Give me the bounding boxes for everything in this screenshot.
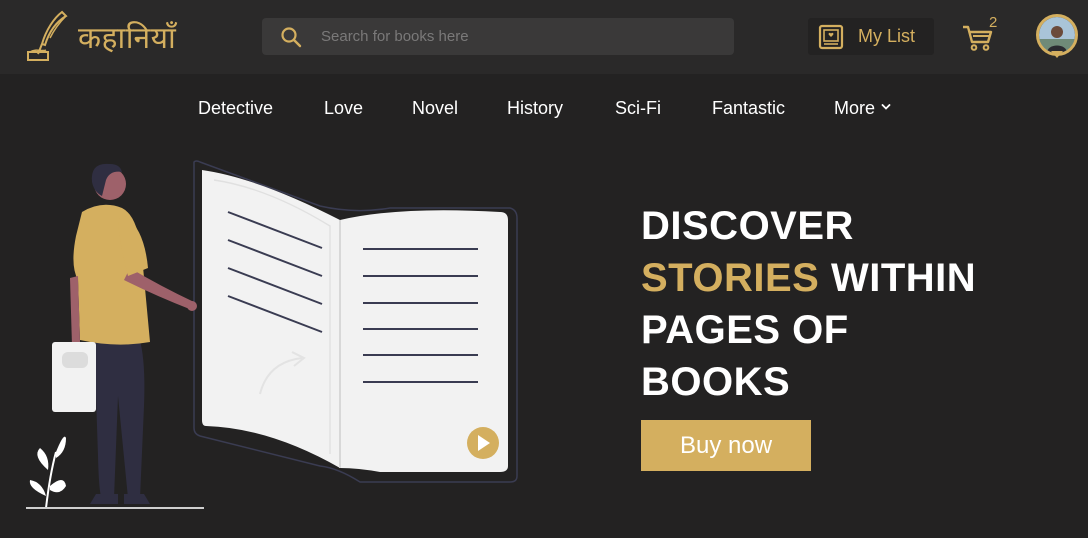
category-scifi[interactable]: Sci-Fi [615, 98, 661, 119]
quill-pen-icon [27, 10, 68, 61]
reader-book-illustration [26, 160, 518, 509]
headline-line-2: WITHIN [819, 256, 977, 300]
cart-button[interactable]: 2 [960, 14, 1004, 54]
category-history[interactable]: History [507, 98, 563, 119]
category-detective[interactable]: Detective [198, 98, 273, 119]
cart-count-badge: 2 [989, 14, 998, 31]
category-nav: Detective Love Novel History Sci-Fi Fant… [0, 92, 1088, 124]
avatar-pointer [1051, 51, 1063, 58]
category-fantastic[interactable]: Fantastic [712, 98, 785, 119]
category-love[interactable]: Love [324, 98, 363, 119]
avatar[interactable] [1036, 14, 1078, 56]
search-icon [281, 26, 302, 47]
category-more[interactable]: More [834, 98, 891, 119]
bookmark-book-icon [818, 24, 844, 49]
headline-line-1: DISCOVER [641, 204, 854, 248]
headline-accent: STORIES [641, 256, 820, 300]
category-more-label: More [834, 98, 876, 118]
search-input[interactable] [321, 28, 701, 45]
headline-line-4: BOOKS [641, 360, 791, 404]
brand-name: कहानियाँ [78, 20, 177, 56]
search-bar[interactable] [262, 18, 734, 55]
category-novel[interactable]: Novel [412, 98, 458, 119]
headline-line-3: PAGES OF [641, 308, 849, 352]
my-list-label: My List [858, 26, 916, 46]
top-header: कहानियाँ My List 2 [0, 0, 1088, 74]
my-list-button[interactable]: My List [808, 18, 934, 55]
chevron-down-icon [881, 104, 891, 110]
brand-logo[interactable]: कहानियाँ [24, 8, 204, 64]
hero-headline: DISCOVER STORIES WITHIN PAGES OF BOOKS [641, 200, 1061, 408]
buy-now-button[interactable]: Buy now [641, 420, 811, 471]
avatar-image [1039, 17, 1075, 53]
